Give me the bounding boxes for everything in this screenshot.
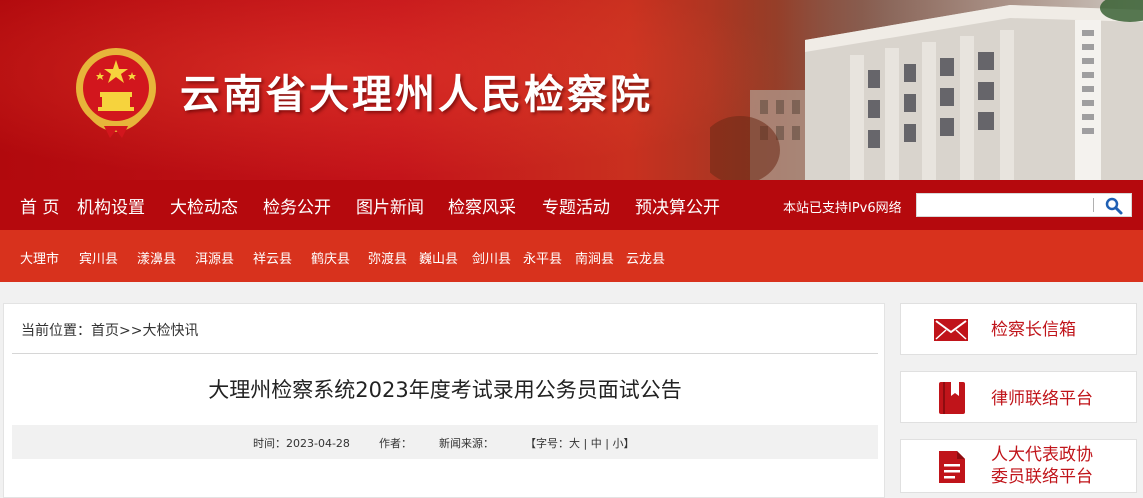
font-size-small-button[interactable]: 小 [612, 437, 623, 450]
county-link-dali[interactable]: 大理市 [20, 248, 59, 267]
main-nav: 首 页 机构设置 大检动态 检务公开 图片新闻 检察风采 专题活动 预决算公开 … [0, 180, 1143, 230]
search-icon[interactable] [1099, 196, 1129, 216]
side-link-label-line1: 人大代表政协 [991, 445, 1093, 465]
article-meta-bar: 时间：2023-04-28 作者： 新闻来源： 【字号：大 | 中 | 小】 [12, 425, 878, 459]
document-icon [939, 451, 965, 483]
nav-style[interactable]: 检察风采 [448, 193, 516, 218]
breadcrumb: 当前位置：首页>>大检快讯 [21, 320, 198, 340]
search-input[interactable] [917, 194, 1093, 216]
book-icon [939, 382, 965, 414]
county-link-jianchuan[interactable]: 剑川县 [472, 248, 511, 267]
article-title: 大理州检察系统2023年度考试录用公务员面试公告 [208, 378, 682, 402]
county-link-yunlong[interactable]: 云龙县 [626, 248, 665, 267]
county-nav: 大理市 宾川县 漾濞县 洱源县 祥云县 鹤庆县 弥渡县 巍山县 剑川县 永平县 … [0, 230, 1143, 282]
font-size-close: 】 [623, 437, 635, 450]
nav-photo-news[interactable]: 图片新闻 [356, 193, 424, 218]
font-size-separator: | [583, 437, 588, 450]
author-label: 作者： [379, 437, 412, 450]
font-size-control: 【字号：大 | 中 | 小】 [525, 435, 634, 451]
search-box [916, 193, 1132, 217]
county-link-midu[interactable]: 弥渡县 [368, 248, 407, 267]
article-panel: 当前位置：首页>>大检快讯 大理州检察系统2023年度考试录用公务员面试公告 时… [3, 303, 885, 498]
county-link-yongping[interactable]: 永平县 [523, 248, 562, 267]
procurator-mailbox-link[interactable]: 检察长信箱 [900, 303, 1137, 355]
font-size-large-button[interactable]: 大 [569, 437, 580, 450]
search-divider [1093, 198, 1094, 212]
side-link-label: 律师联络平台 [991, 389, 1093, 409]
county-link-weishan[interactable]: 巍山县 [419, 248, 458, 267]
time-label: 时间： [253, 437, 286, 450]
lawyer-liaison-link[interactable]: 律师联络平台 [900, 371, 1137, 423]
source-label: 新闻来源： [439, 437, 494, 450]
side-link-label: 检察长信箱 [991, 320, 1076, 340]
deputy-liaison-link[interactable]: 人大代表政协 委员联络平台 [900, 439, 1137, 493]
nav-affairs-disclosure[interactable]: 检务公开 [263, 193, 331, 218]
font-size-separator: | [605, 437, 609, 450]
breadcrumb-divider [12, 353, 878, 354]
ipv6-notice: 本站已支持IPv6网络 [783, 201, 902, 216]
breadcrumb-current-link[interactable]: 大检快讯 [142, 323, 198, 339]
nav-news[interactable]: 大检动态 [170, 193, 238, 218]
county-link-yangbi[interactable]: 漾濞县 [137, 248, 176, 267]
publish-date: 2023-04-28 [286, 437, 350, 450]
county-link-nanjian[interactable]: 南涧县 [575, 248, 614, 267]
breadcrumb-separator: >> [119, 323, 143, 339]
procuratorate-building-image [710, 0, 1143, 180]
font-size-medium-button[interactable]: 中 [591, 437, 602, 450]
county-link-binchuan[interactable]: 宾川县 [79, 248, 118, 267]
county-link-heqing[interactable]: 鹤庆县 [311, 248, 350, 267]
breadcrumb-prefix: 当前位置： [21, 323, 91, 339]
nav-home[interactable]: 首 页 [20, 193, 59, 218]
nav-budget-disclosure[interactable]: 预决算公开 [635, 193, 720, 218]
font-size-open: 【字号： [525, 437, 569, 450]
side-link-label-line2: 委员联络平台 [991, 467, 1093, 487]
envelope-icon [934, 319, 968, 341]
nav-special-topics[interactable]: 专题活动 [542, 193, 610, 218]
breadcrumb-home-link[interactable]: 首页 [91, 323, 119, 339]
county-link-xiangyun[interactable]: 祥云县 [253, 248, 292, 267]
header-banner: 云南省大理州人民检察院 [0, 0, 1143, 180]
county-link-eryuan[interactable]: 洱源县 [195, 248, 234, 267]
nav-organization[interactable]: 机构设置 [77, 193, 145, 218]
site-title: 云南省大理州人民检察院 [180, 72, 653, 118]
national-emblem-icon [76, 48, 156, 138]
